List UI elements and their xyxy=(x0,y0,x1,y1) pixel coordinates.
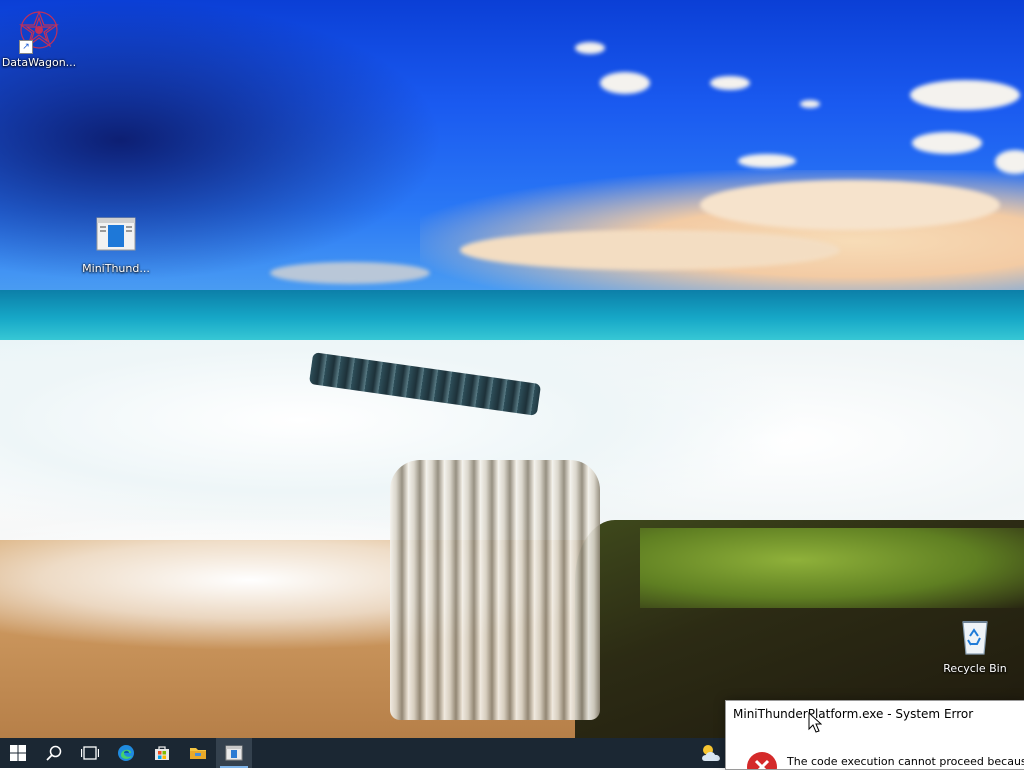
windows-logo-icon xyxy=(10,745,26,761)
folder-icon xyxy=(190,748,206,759)
desktop-icon-label: DataWagon... xyxy=(1,56,77,69)
edge-browser-icon xyxy=(118,745,134,761)
system-error-dialog[interactable]: MiniThunderPlatform.exe - System Error T… xyxy=(725,700,1024,770)
error-icon xyxy=(747,752,777,769)
edge-button[interactable] xyxy=(108,738,144,768)
search-icon xyxy=(46,745,62,761)
desktop-icon-label: Recycle Bin xyxy=(943,662,1007,675)
minithunder-taskbar-button[interactable] xyxy=(216,738,252,768)
store-button[interactable] xyxy=(144,738,180,768)
file-explorer-button[interactable] xyxy=(180,738,216,768)
mouse-cursor-icon xyxy=(808,712,822,733)
datawagon-icon: ↗ xyxy=(17,8,61,54)
app-window-icon xyxy=(225,745,243,761)
minithunder-window-icon xyxy=(94,214,138,258)
start-button[interactable] xyxy=(0,738,36,768)
dialog-message: The code execution cannot proceed becaus… xyxy=(787,755,1024,768)
desktop-wallpaper xyxy=(0,0,1024,738)
shortcut-arrow-icon: ↗ xyxy=(19,40,33,54)
desktop-icon-label: MiniThund... xyxy=(82,262,150,275)
task-view-button[interactable] xyxy=(72,738,108,768)
cloud-sun-icon xyxy=(702,745,720,761)
desktop-icon-minithunder[interactable]: MiniThund... xyxy=(77,214,155,275)
recycle-bin-icon xyxy=(953,614,997,658)
task-view-icon xyxy=(81,746,99,760)
store-icon xyxy=(155,746,169,760)
dialog-title: MiniThunderPlatform.exe - System Error xyxy=(733,707,974,721)
search-button[interactable] xyxy=(36,738,72,768)
desktop-icon-recycle-bin[interactable]: Recycle Bin xyxy=(936,614,1014,675)
desktop-icon-datawagon[interactable]: ↗ DataWagon... xyxy=(0,8,78,69)
